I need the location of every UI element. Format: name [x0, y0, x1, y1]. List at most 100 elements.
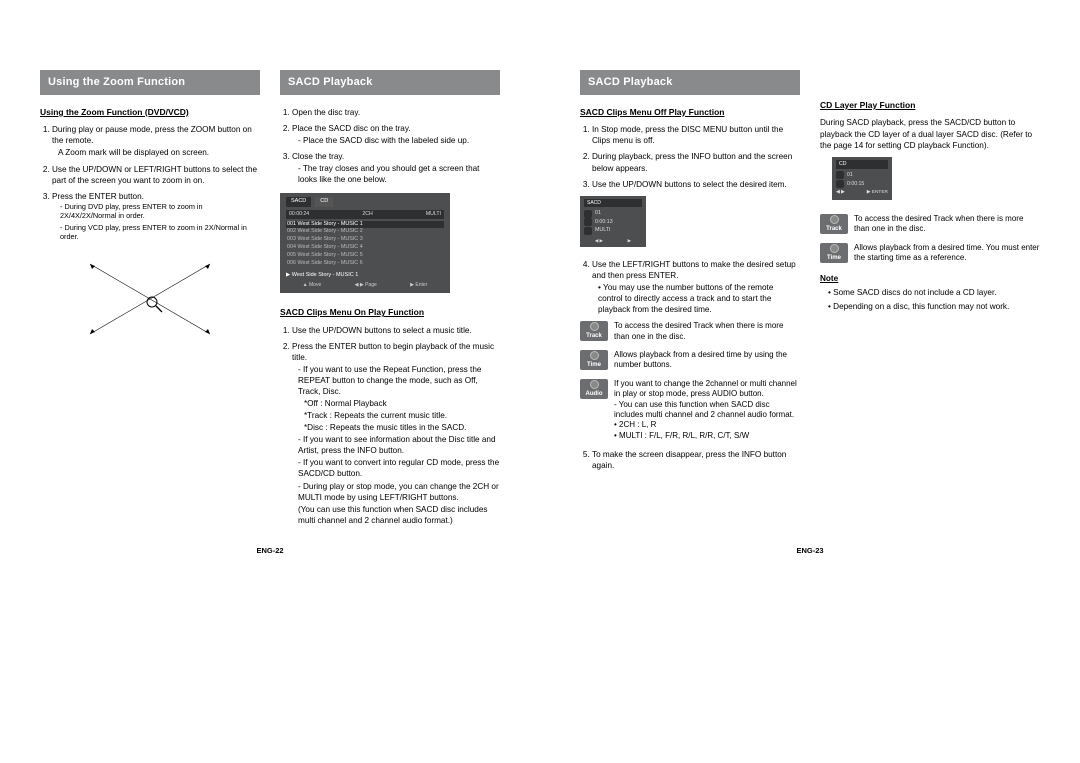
osd-now-playing: ▶ West Side Story - MUSIC 1 [286, 271, 444, 280]
note-1: Depending on a disc, this function may n… [828, 301, 1040, 312]
cd-osd-l0: 01 [847, 171, 853, 180]
audio-sub-1: 2CH : L, R [614, 420, 800, 430]
osd-mini-l1: 0:00:13 [595, 218, 613, 226]
clips-on-mode-0: *Off : Normal Playback [292, 398, 500, 409]
zoom-step-3-fine-0: During DVD play, press ENTER to zoom in … [52, 202, 260, 221]
sacd-load-2: Place the SACD disc on the tray. [292, 124, 411, 133]
clips-on-sub-1: If you want to see information about the… [292, 434, 500, 456]
icon-row-track: Track To access the desired Track when t… [580, 321, 800, 342]
osd-2ch: 2CH [362, 211, 372, 218]
cd-icon-row-track: Track To access the desired Track when t… [820, 214, 1040, 235]
left-page-col2: SACD Playback Open the disc tray. Place … [280, 70, 500, 532]
osd-ctrl-0: ▲ Move [303, 282, 322, 289]
cd-osd-l1: 0:00:15 [847, 180, 864, 189]
page-left: Using the Zoom Function Using the Zoom F… [0, 30, 540, 565]
note-0: Some SACD discs do not include a CD laye… [828, 287, 1040, 298]
header-sacd-2: SACD Playback [580, 70, 800, 95]
clips-off-4-sub: You may use the number buttons of the re… [592, 282, 800, 315]
track-icon [584, 210, 592, 218]
clips-on-steps: Use the UP/DOWN buttons to select a musi… [280, 325, 500, 526]
clips-off-1: In Stop mode, press the DISC MENU button… [592, 124, 800, 146]
sacd-osd-mini: SACD 01 0:00:13 MULTI ◀ ▶▶ [580, 196, 646, 247]
page-spread: Using the Zoom Function Using the Zoom F… [0, 30, 1080, 565]
clips-off-step5: To make the screen disappear, press the … [580, 449, 800, 471]
audio-sub-0: You can use this function when SACD disc… [614, 400, 800, 421]
section-zoom-dvdvcd: Using the Zoom Function (DVD/VCD) [40, 107, 260, 118]
icon-row-audio: Audio If you want to change the 2channel… [580, 379, 800, 441]
right-page-col2: CD Layer Play Function During SACD playb… [820, 70, 1040, 532]
time-icon [584, 218, 592, 226]
zoom-step-3: Press the ENTER button. [52, 192, 144, 201]
cd-icon-time-text: Allows playback from a desired time. You… [854, 243, 1040, 264]
sacd-load-3: Close the tray. [292, 152, 344, 161]
osd-row-5: 006 West Side Story - MUSIC 6 [286, 260, 444, 268]
cd-osd-f0: ◀ ▶ [836, 190, 845, 196]
icon-track-text: To access the desired Track when there i… [614, 321, 800, 342]
sacd-load-1: Open the disc tray. [292, 107, 500, 118]
icon-time-text: Allows playback from a desired time by u… [614, 350, 800, 371]
zoom-diagram [80, 254, 220, 344]
osd-mini-title: SACD [584, 199, 642, 208]
sacd-load-2-sub: Place the SACD disc with the labeled sid… [292, 135, 500, 146]
footer-right: ENG-23 [580, 532, 1040, 555]
cd-track-icon [836, 171, 844, 179]
icon-row-time: Time Allows playback from a desired time… [580, 350, 800, 371]
osd-mini-l0: 01 [595, 209, 601, 217]
zoom-step-3-fine-1: During VCD play, press ENTER to zoom in … [52, 223, 260, 242]
osd-row-3: 004 West Side Story - MUSIC 4 [286, 244, 444, 252]
clips-on-tail: (You can use this function when SACD dis… [292, 504, 500, 526]
cd-time-icon [836, 180, 844, 188]
osd-mini-l2: MULTI [595, 226, 611, 234]
zoom-step-2: Use the UP/DOWN or LEFT/RIGHT buttons to… [52, 164, 260, 186]
clips-off-3: Use the UP/DOWN buttons to select the de… [592, 179, 800, 190]
sacd-osd-screenshot: SACD CD 00:00:24 2CH MULTI 001 West Side… [280, 193, 450, 293]
right-page-col1: SACD Playback SACD Clips Menu Off Play F… [580, 70, 800, 532]
zoom-step-1: During play or pause mode, press the ZOO… [52, 125, 252, 145]
page-right: SACD Playback SACD Clips Menu Off Play F… [540, 30, 1080, 565]
cd-icon-track-text: To access the desired Track when there i… [854, 214, 1040, 235]
header-sacd-1: SACD Playback [280, 70, 500, 95]
osd-ctrl-2: ▶ Enter [410, 282, 427, 289]
clips-off-4: Use the LEFT/RIGHT buttons to make the d… [592, 260, 796, 280]
clips-on-sub-0: If you want to use the Repeat Function, … [292, 364, 500, 397]
osd-multi: MULTI [426, 211, 441, 218]
clips-on-mode-1: *Track : Repeats the current music title… [292, 410, 500, 421]
osd-row-0: 001 West Side Story - MUSIC 1 [286, 221, 444, 229]
clips-on-2: Press the ENTER button to begin playback… [292, 342, 494, 362]
cd-osd-title: CD [836, 160, 888, 169]
zoom-steps: During play or pause mode, press the ZOO… [40, 124, 260, 241]
icon-audio-text: If you want to change the 2channel or mu… [614, 379, 800, 441]
section-cd-layer: CD Layer Play Function [820, 100, 1040, 111]
osd-time: 00:00:24 [289, 211, 309, 218]
note-list: Some SACD discs do not include a CD laye… [820, 287, 1040, 311]
clips-off-steps-cont: Use the LEFT/RIGHT buttons to make the d… [580, 259, 800, 315]
cd-track-badge-icon: Track [820, 214, 848, 234]
clips-on-mode-2: *Disc : Repeats the music titles in the … [292, 422, 500, 433]
osd-row-1: 002 West Side Story - MUSIC 2 [286, 228, 444, 236]
left-page-col1: Using the Zoom Function Using the Zoom F… [40, 70, 260, 532]
audio-sub-2: MULTI : F/L, F/R, R/L, R/R, C/T, S/W [614, 431, 800, 441]
section-clips-off: SACD Clips Menu Off Play Function [580, 107, 800, 118]
footer-left: ENG-22 [40, 532, 500, 555]
osd-row-4: 005 West Side Story - MUSIC 5 [286, 252, 444, 260]
cd-osd-f1: ▶ ENTER [867, 190, 888, 196]
note-title: Note [820, 273, 1040, 284]
cd-osd: CD 01 0:00:15 ◀ ▶ ▶ ENTER [832, 157, 892, 200]
cd-layer-intro: During SACD playback, press the SACD/CD … [820, 117, 1040, 150]
clips-on-1: Use the UP/DOWN buttons to select a musi… [292, 325, 500, 336]
zoom-step-1-sub: A Zoom mark will be displayed on screen. [52, 147, 260, 158]
header-zoom: Using the Zoom Function [40, 70, 260, 95]
osd-row-2: 003 West Side Story - MUSIC 3 [286, 236, 444, 244]
time-badge-icon: Time [580, 350, 608, 370]
clips-on-sub-2: If you want to convert into regular CD m… [292, 457, 500, 479]
sacd-load-steps: Open the disc tray. Place the SACD disc … [280, 107, 500, 185]
track-badge-icon: Track [580, 321, 608, 341]
audio-badge-icon: Audio [580, 379, 608, 399]
section-clips-on: SACD Clips Menu On Play Function [280, 307, 500, 318]
clips-off-steps: In Stop mode, press the DISC MENU button… [580, 124, 800, 189]
audio-icon [584, 227, 592, 235]
cd-time-badge-icon: Time [820, 243, 848, 263]
sacd-load-3-sub: The tray closes and you should get a scr… [292, 163, 500, 185]
clips-off-2: During playback, press the INFO button a… [592, 151, 800, 173]
clips-on-sub-3: During play or stop mode, you can change… [292, 481, 500, 503]
